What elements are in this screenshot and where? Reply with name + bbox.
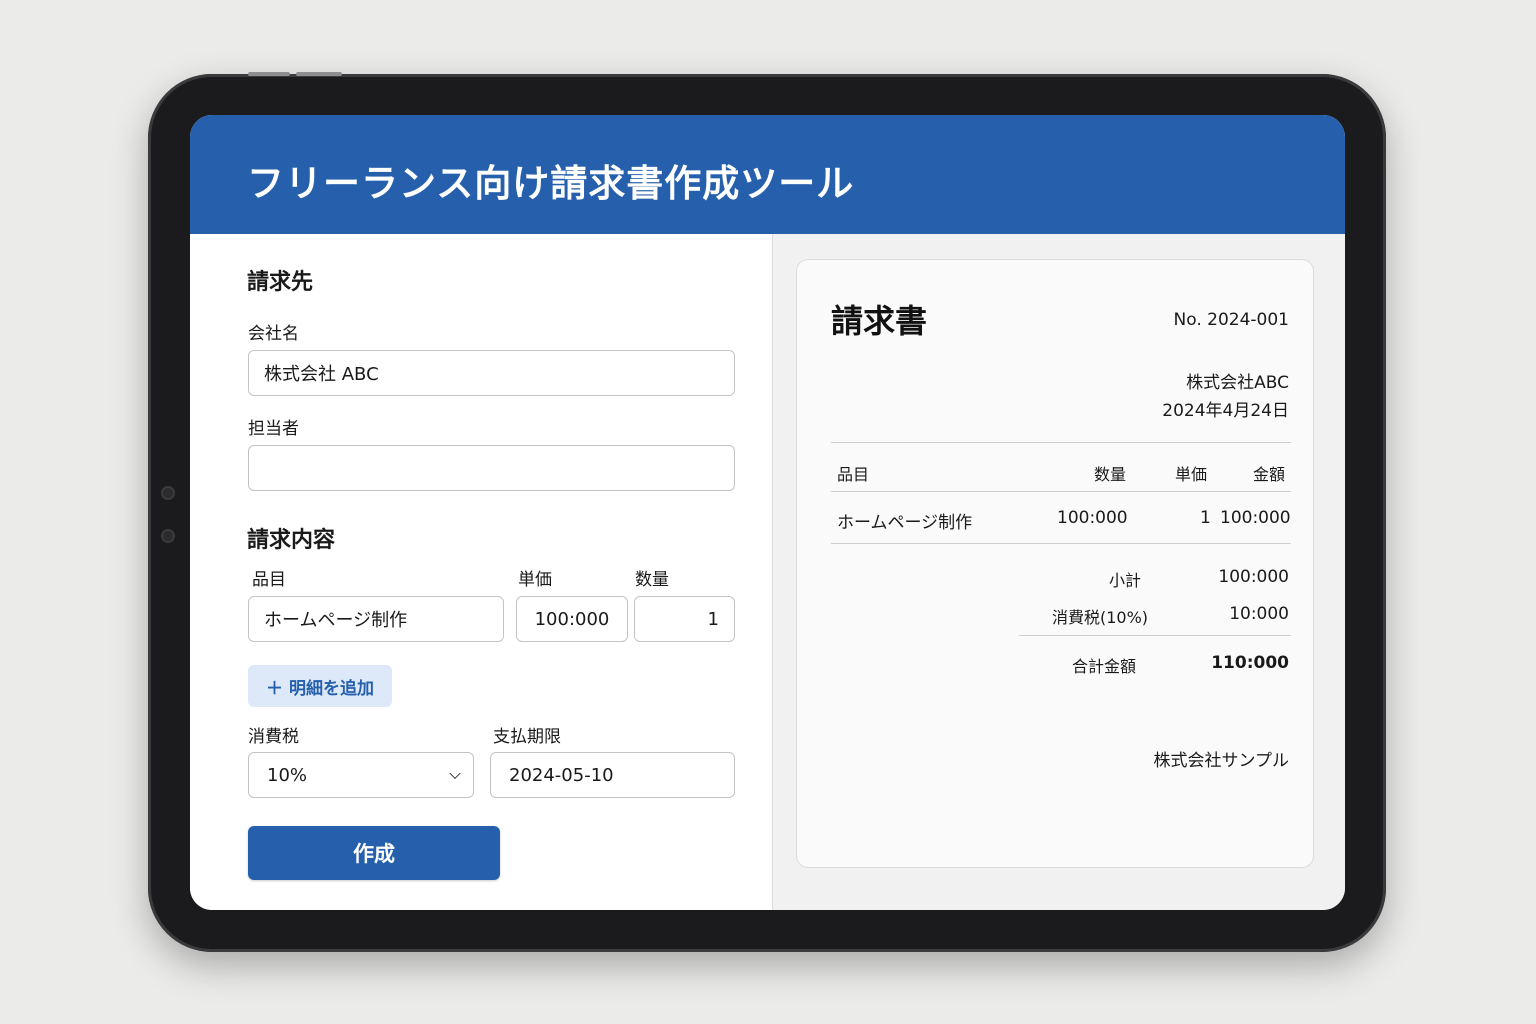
tax-summary-label: 消費税(10%) bbox=[1052, 608, 1149, 627]
app-screen: フリーランス向け請求書作成ツール 請求先 会社名 株式会社 ABC 担当者 請求… bbox=[190, 115, 1345, 910]
table-top-rule bbox=[831, 442, 1291, 443]
subtotal-label: 小計 bbox=[1109, 571, 1142, 590]
company-label: 会社名 bbox=[248, 324, 299, 344]
table-header-rule bbox=[831, 491, 1291, 492]
due-date-label: 支払期限 bbox=[493, 727, 561, 747]
company-input[interactable]: 株式会社 ABC bbox=[248, 350, 735, 396]
row-amount: 100:000 bbox=[1220, 508, 1291, 528]
tablet-top-button bbox=[248, 72, 290, 76]
tablet-sensor bbox=[161, 529, 175, 543]
total-value: 110:000 bbox=[1211, 653, 1289, 673]
quantity-label: 数量 bbox=[635, 570, 669, 590]
invoice-client: 株式会社ABC bbox=[1186, 373, 1289, 393]
tax-select[interactable]: 10% bbox=[248, 752, 474, 798]
quantity-input[interactable]: 1 bbox=[634, 596, 735, 642]
details-heading: 請求内容 bbox=[247, 528, 336, 553]
issuer-name: 株式会社サンプル bbox=[1153, 751, 1290, 771]
contact-input[interactable] bbox=[248, 445, 735, 491]
invoice-form: 請求先 会社名 株式会社 ABC 担当者 請求内容 品目 単価 数量 ホームペー… bbox=[190, 234, 772, 910]
create-button-label: 作成 bbox=[353, 842, 395, 866]
item-input[interactable]: ホームページ制作 bbox=[248, 596, 504, 642]
row-quantity: 100:000 bbox=[1057, 508, 1128, 528]
unit-price-label: 単価 bbox=[518, 570, 552, 590]
app-title: フリーランス向け請求書作成ツール bbox=[247, 162, 855, 205]
row-item: ホームページ制作 bbox=[837, 513, 973, 533]
quantity-input-value: 1 bbox=[707, 608, 719, 630]
company-input-value: 株式会社 ABC bbox=[264, 364, 379, 385]
chevron-down-icon bbox=[449, 767, 461, 780]
add-line-item-label: ＋ 明細を追加 bbox=[266, 678, 374, 699]
add-line-item-button[interactable]: ＋ 明細を追加 bbox=[248, 665, 392, 707]
col-amount-header: 金額 bbox=[1253, 465, 1286, 484]
tax-label: 消費税 bbox=[248, 727, 299, 747]
total-label: 合計金額 bbox=[1072, 657, 1137, 676]
app-header: フリーランス向け請求書作成ツール bbox=[190, 115, 1345, 234]
due-date-input[interactable]: 2024-05-10 bbox=[490, 752, 735, 798]
unit-price-input[interactable]: 100:000 bbox=[516, 596, 628, 642]
table-bottom-rule bbox=[831, 543, 1291, 544]
billing-to-heading: 請求先 bbox=[247, 270, 314, 295]
tax-summary-value: 10:000 bbox=[1229, 604, 1289, 624]
invoice-date: 2024年4月24日 bbox=[1162, 401, 1289, 421]
tablet-camera bbox=[161, 486, 175, 500]
row-unit-price: 1 bbox=[1200, 508, 1211, 528]
create-button[interactable]: 作成 bbox=[248, 826, 500, 880]
invoice-number: No. 2024-001 bbox=[1173, 310, 1289, 330]
unit-price-input-value: 100:000 bbox=[534, 608, 610, 630]
tax-select-value: 10% bbox=[267, 764, 308, 786]
col-unit-price-header: 単価 bbox=[1175, 465, 1208, 484]
col-quantity-header: 数量 bbox=[1094, 465, 1127, 484]
subtotal-value: 100:000 bbox=[1218, 567, 1289, 587]
contact-label: 担当者 bbox=[248, 419, 299, 439]
invoice-preview: 請求書 No. 2024-001 株式会社ABC 2024年4月24日 品目 数… bbox=[796, 259, 1314, 868]
item-input-value: ホームページ制作 bbox=[264, 610, 408, 631]
invoice-title: 請求書 bbox=[831, 302, 928, 340]
total-rule bbox=[1019, 635, 1291, 636]
tablet-top-button bbox=[296, 72, 342, 76]
item-label: 品目 bbox=[252, 570, 286, 590]
due-date-input-value: 2024-05-10 bbox=[509, 764, 614, 786]
col-item-header: 品目 bbox=[837, 465, 870, 484]
